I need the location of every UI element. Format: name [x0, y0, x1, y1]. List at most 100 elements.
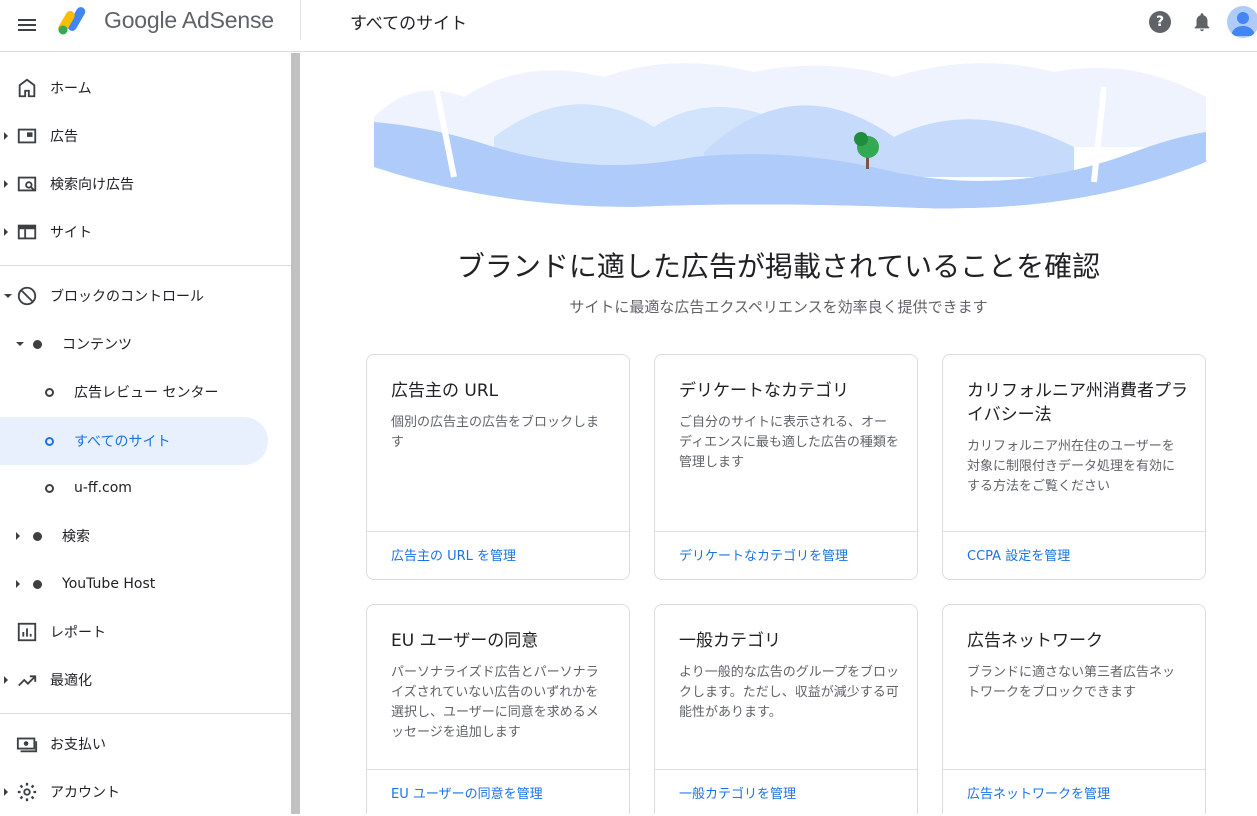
bullet-ring-icon	[45, 387, 54, 397]
sidebar-divider	[0, 713, 292, 714]
reports-icon	[17, 622, 37, 642]
sidebar-divider	[0, 265, 292, 266]
bullet-icon	[33, 339, 42, 349]
card-ccpa: カリフォルニア州消費者プライバシー法 カリフォルニア州在住のユーザーを対象に制限…	[942, 354, 1206, 580]
sidebar-item-label: 広告	[50, 129, 78, 145]
sidebar-item-search[interactable]: 検索	[0, 512, 292, 560]
sidebar-item-label: YouTube Host	[62, 576, 156, 592]
avatar[interactable]	[1227, 6, 1257, 38]
sidebar-item-label: ホーム	[50, 81, 92, 97]
sidebar-item-all-sites[interactable]: すべてのサイト	[0, 417, 268, 465]
app-logo-text: Google AdSense	[104, 7, 274, 34]
ads-icon	[17, 128, 37, 144]
bullet-ring-icon	[45, 483, 54, 493]
sidebar-item-sites[interactable]: サイト	[0, 208, 292, 256]
header-divider	[300, 0, 301, 40]
card-title: デリケートなカテゴリ	[679, 381, 849, 401]
sidebar-item-label: 検索	[62, 529, 90, 545]
card-description: ブランドに適さない第三者広告ネットワークをブロックできます	[967, 665, 1176, 700]
chevron-right-icon	[16, 580, 20, 588]
sidebar-item-optimization[interactable]: 最適化	[0, 656, 292, 704]
card-advertiser-url: 広告主の URL 個別の広告主の広告をブロックします 広告主の URL を管理	[366, 354, 630, 580]
chevron-right-icon	[4, 228, 8, 236]
logo-product: AdSense	[181, 7, 274, 33]
bullet-icon	[33, 531, 42, 541]
chevron-down-icon	[16, 342, 24, 346]
sidebar-item-youtube-host[interactable]: YouTube Host	[0, 560, 292, 608]
sidebar-item-label: ブロックのコントロール	[50, 289, 204, 305]
notifications-icon[interactable]	[1191, 11, 1213, 33]
card-divider	[943, 769, 1205, 770]
sidebar-scrollbar[interactable]	[291, 53, 300, 814]
help-icon[interactable]: ?	[1149, 11, 1171, 33]
main-content: ブランドに適した広告が掲載されていることを確認 サイトに最適な広告エクスペリエン…	[300, 53, 1257, 814]
bullet-ring-icon	[45, 436, 54, 446]
chevron-right-icon	[4, 676, 8, 684]
adsense-logo-icon	[58, 7, 86, 35]
sidebar-item-label: コンテンツ	[62, 337, 132, 353]
sidebar-item-content[interactable]: コンテンツ	[0, 320, 292, 368]
search-ads-icon	[17, 176, 37, 192]
card-divider	[943, 531, 1205, 532]
card-general-categories: 一般カテゴリ より一般的な広告のグループをブロックします。ただし、収益が減少する…	[654, 604, 918, 814]
sidebar-item-label: 広告レビュー センター	[74, 385, 219, 401]
chevron-down-icon	[4, 294, 12, 298]
sidebar-item-label: すべてのサイト	[74, 434, 171, 450]
logo-google: Google	[104, 7, 177, 33]
gear-icon	[17, 782, 37, 802]
card-ad-networks: 広告ネットワーク ブランドに適さない第三者広告ネットワークをブロックできます 広…	[942, 604, 1206, 814]
sidebar-nav: ホーム 広告 検索向け広告 サイト ブロックのコントロール コンテンツ 広告レビ…	[0, 53, 292, 814]
card-description: ご自分のサイトに表示される、オーディエンスに最も適した広告の種類を管理します	[679, 415, 899, 470]
manage-general-categories-link[interactable]: 一般カテゴリを管理	[679, 783, 796, 802]
card-title: EU ユーザーの同意	[391, 631, 539, 651]
sidebar-item-label: アカウント	[50, 785, 120, 801]
card-description: パーソナライズド広告とパーソナライズされていない広告のいずれかを選択し、ユーザー…	[391, 665, 599, 740]
page-headline: ブランドに適した広告が掲載されていることを確認	[456, 250, 1101, 283]
sidebar-item-payments[interactable]: お支払い	[0, 720, 292, 768]
chevron-right-icon	[16, 532, 20, 540]
sidebar-item-ads[interactable]: 広告	[0, 112, 292, 160]
menu-icon[interactable]	[16, 13, 40, 37]
card-divider	[367, 769, 629, 770]
sidebar-item-label: サイト	[50, 225, 92, 241]
manage-ccpa-link[interactable]: CCPA 設定を管理	[967, 545, 1070, 564]
sidebar-item-blocking-controls[interactable]: ブロックのコントロール	[0, 272, 292, 320]
page-subheadline: サイトに最適な広告エクスペリエンスを効率良く提供できます	[569, 298, 988, 316]
payments-icon	[16, 737, 38, 753]
sidebar-item-label: 最適化	[50, 673, 92, 689]
sidebar-item-account[interactable]: アカウント	[0, 768, 292, 816]
sidebar-item-home[interactable]: ホーム	[0, 64, 292, 112]
card-description: 個別の広告主の広告をブロックします	[391, 415, 600, 450]
sidebar-item-site-domain[interactable]: u-ff.com	[0, 464, 292, 512]
page-title: すべてのサイト	[350, 14, 468, 34]
optimization-icon	[18, 675, 37, 687]
card-eu-consent: EU ユーザーの同意 パーソナライズド広告とパーソナライズされていない広告のいず…	[366, 604, 630, 814]
manage-sensitive-categories-link[interactable]: デリケートなカテゴリを管理	[679, 545, 848, 564]
header-actions: ?	[1149, 6, 1257, 38]
landscape-illustration	[374, 63, 1206, 211]
sidebar-item-label: 検索向け広告	[50, 177, 134, 193]
sidebar-item-label: u-ff.com	[74, 480, 132, 496]
card-sensitive-categories: デリケートなカテゴリ ご自分のサイトに表示される、オーディエンスに最も適した広告…	[654, 354, 918, 580]
card-description: より一般的な広告のグループをブロックします。ただし、収益が減少する可能性がありま…	[679, 665, 899, 720]
sidebar-item-search-ads[interactable]: 検索向け広告	[0, 160, 292, 208]
sidebar-item-reports[interactable]: レポート	[0, 608, 292, 656]
chevron-right-icon	[4, 788, 8, 796]
sidebar-item-ad-review-center[interactable]: 広告レビュー センター	[0, 368, 292, 416]
sidebar-item-label: レポート	[50, 625, 106, 641]
card-divider	[367, 531, 629, 532]
block-icon	[17, 286, 37, 306]
bullet-icon	[33, 579, 42, 589]
sites-icon	[17, 224, 37, 240]
manage-ad-networks-link[interactable]: 広告ネットワークを管理	[967, 783, 1110, 802]
card-title: カリフォルニア州消費者プライバシー法	[967, 381, 1188, 425]
manage-advertiser-url-link[interactable]: 広告主の URL を管理	[391, 545, 516, 564]
manage-eu-consent-link[interactable]: EU ユーザーの同意を管理	[391, 783, 543, 802]
chevron-right-icon	[4, 132, 8, 140]
card-description: カリフォルニア州在住のユーザーを対象に制限付きデータ処理を有効にする方法をご覧く…	[967, 439, 1176, 494]
card-title: 広告主の URL	[391, 381, 499, 401]
card-divider	[655, 769, 917, 770]
sidebar-item-label: お支払い	[50, 737, 106, 753]
card-title: 一般カテゴリ	[679, 631, 781, 651]
home-icon	[18, 78, 36, 98]
